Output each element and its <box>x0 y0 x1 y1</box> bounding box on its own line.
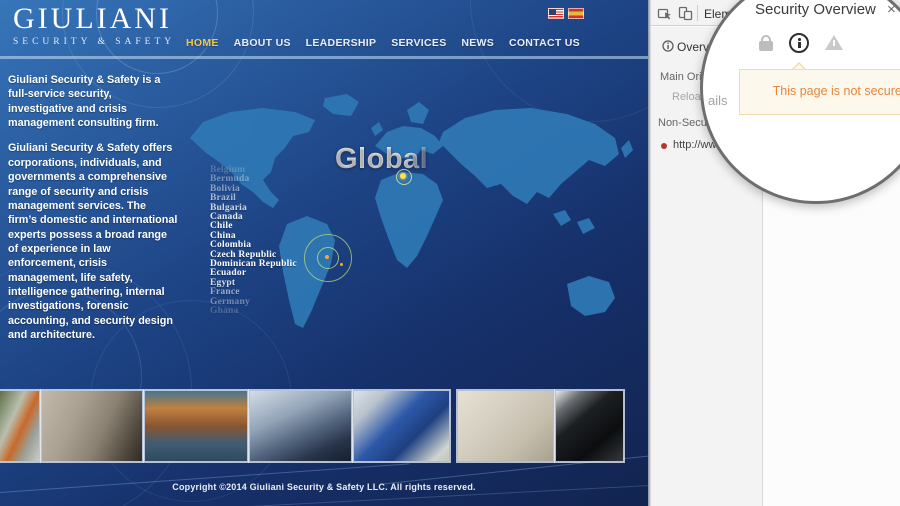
security-overview-title: Security Overview <box>755 1 876 18</box>
main-navigation: HOME ABOUT US LEADERSHIP SERVICES NEWS CONTAC… <box>186 37 580 49</box>
warning-triangle-icon <box>825 35 843 50</box>
nav-item-about-us[interactable]: ABOUT US <box>234 37 291 49</box>
nav-item-services[interactable]: SERVICES <box>391 37 446 49</box>
partial-details-text: ails <box>708 93 728 108</box>
map-marker-dot-europe <box>400 173 406 179</box>
photo-shipping-port <box>145 391 247 461</box>
info-icon <box>789 33 809 53</box>
photo-inspector <box>354 391 449 461</box>
site-logo[interactable]: GIULIANI SECURITY & SAFETY <box>13 2 175 47</box>
photo-hazmat-crew <box>0 391 39 461</box>
devtools-panel: Elements Overview Main Origin Reload t N… <box>651 0 900 506</box>
nav-item-leadership[interactable]: LEADERSHIP <box>306 37 377 49</box>
logo-wordmark: GIULIANI <box>13 2 175 36</box>
intro-paragraph-2: Giuliani Security & Safety offers corpor… <box>8 141 178 342</box>
insecure-origin-dot-icon <box>661 143 667 149</box>
nav-item-contact-us[interactable]: CONTACT US <box>509 37 580 49</box>
global-presence-country-list: BelgiumBermudaBoliviaBrazilBulgariaCanad… <box>210 166 297 317</box>
photo-strip <box>0 391 623 461</box>
inspect-element-icon[interactable] <box>657 6 672 21</box>
close-icon[interactable]: × <box>887 1 896 18</box>
photo-pedestrian <box>458 391 553 461</box>
language-switcher <box>548 8 584 19</box>
photo-handshake <box>42 391 142 461</box>
not-secure-message: This page is not secure. <box>740 84 900 98</box>
footer-copyright: Copyright ©2014 Giuliani Security & Safe… <box>0 482 648 492</box>
info-icon <box>662 40 674 52</box>
logo-tagline: SECURITY & SAFETY <box>13 37 175 47</box>
screenshot-root: GIULIANI SECURITY & SAFETY HOME ABOUT US L… <box>0 0 900 506</box>
nav-item-home[interactable]: HOME <box>186 37 219 49</box>
country-list-item: Ghana <box>210 307 297 316</box>
nav-separator <box>0 56 648 59</box>
toolbar-separator <box>697 5 698 21</box>
lock-icon <box>759 41 773 51</box>
nav-item-news[interactable]: NEWS <box>461 37 494 49</box>
world-map: BelgiumBermudaBoliviaBrazilBulgariaCanad… <box>175 88 647 380</box>
device-toolbar-icon[interactable] <box>678 6 693 21</box>
photo-business-meeting <box>250 391 351 461</box>
photo-black-car <box>556 391 623 461</box>
spain-flag-icon[interactable] <box>568 8 584 19</box>
intro-paragraph-1: Giuliani Security & Safety is a full-ser… <box>8 73 178 130</box>
map-marker-dot-south-america <box>325 255 329 259</box>
security-warning-callout: This page is not secure. <box>739 69 900 115</box>
country-list-item: Canada <box>210 213 297 222</box>
map-headline: Global <box>335 143 428 176</box>
us-flag-icon[interactable] <box>548 8 564 19</box>
giuliani-website: GIULIANI SECURITY & SAFETY HOME ABOUT US L… <box>0 0 648 506</box>
map-marker-dot-south-america <box>340 263 343 266</box>
intro-text: Giuliani Security & Safety is a full-ser… <box>8 73 178 353</box>
